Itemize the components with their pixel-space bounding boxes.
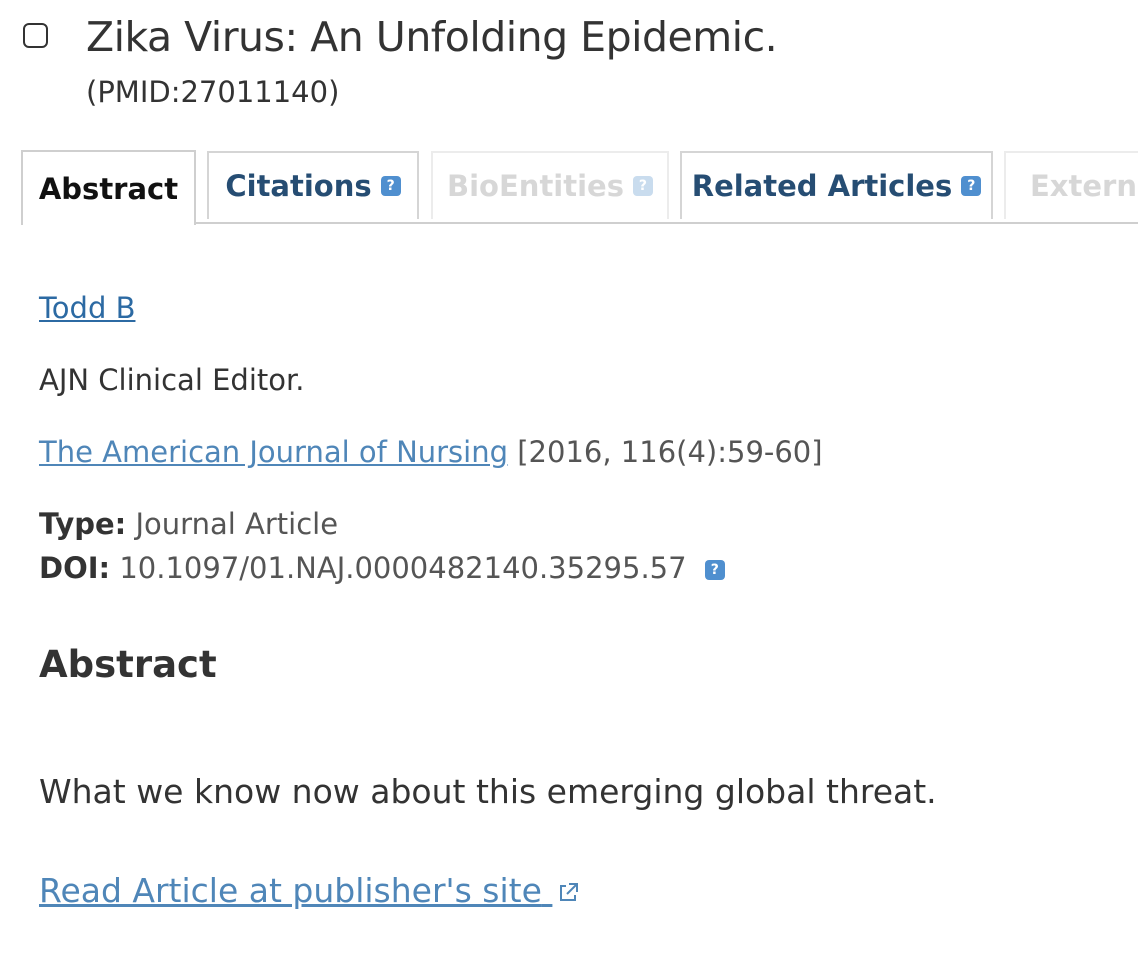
article-pmid: (PMID:27011140) (86, 75, 340, 109)
tab-label: Related Articles (691, 169, 953, 203)
article-type: Type: Journal Article (39, 504, 338, 544)
tab-bioentities: BioEntities ? (431, 151, 669, 219)
journal-link[interactable]: The American Journal of Nursing (39, 435, 508, 469)
abstract-text: What we know now about this emerging glo… (39, 772, 937, 811)
type-label: Type: (39, 507, 127, 541)
tab-label: Externa (1030, 169, 1138, 203)
tab-label: Citations (225, 169, 372, 203)
help-icon[interactable]: ? (380, 176, 401, 196)
tab-related-articles[interactable]: Related Articles ? (680, 151, 993, 219)
tab-abstract[interactable]: Abstract (21, 150, 196, 225)
author-affiliation: AJN Clinical Editor. (39, 363, 305, 397)
tab-external-links: Externa (1004, 151, 1138, 219)
external-link-icon (560, 882, 579, 901)
journal-citation: [2016, 116(4):59-60] (517, 435, 823, 469)
help-icon[interactable]: ? (961, 176, 982, 196)
read-article-link[interactable]: Read Article at publisher's site (39, 868, 580, 914)
author-link[interactable]: Todd B (39, 288, 135, 328)
abstract-heading: Abstract (39, 643, 217, 686)
doi-value: 10.1097/01.NAJ.0000482140.35295.57 (119, 551, 687, 585)
help-icon[interactable]: ? (704, 560, 725, 580)
type-value: Journal Article (135, 507, 339, 541)
read-article-label: Read Article at publisher's site (39, 871, 542, 910)
doi-label: DOI: (39, 551, 111, 585)
journal-citation-line: The American Journal of Nursing [2016, 1… (39, 432, 823, 472)
tab-label: BioEntities (447, 169, 624, 203)
help-icon: ? (632, 176, 653, 196)
tab-label: Abstract (38, 171, 179, 206)
select-article-checkbox[interactable] (23, 23, 48, 48)
article-doi: DOI: 10.1097/01.NAJ.0000482140.35295.57 … (39, 548, 725, 588)
article-title: Zika Virus: An Unfolding Epidemic. (86, 13, 778, 61)
tab-citations[interactable]: Citations ? (207, 151, 419, 219)
article-page: Zika Virus: An Unfolding Epidemic. (PMID… (0, 0, 1138, 976)
